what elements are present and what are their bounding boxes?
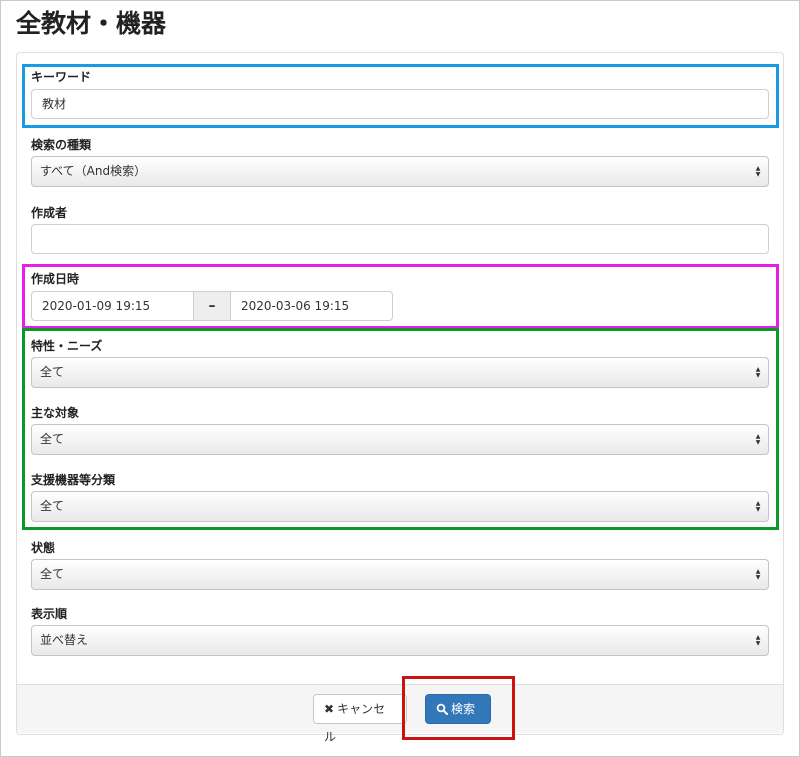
keyword-highlight-box (22, 64, 779, 128)
status-select[interactable]: 全て ▲ ▼ (31, 559, 769, 590)
search-type-value: すべて（And検索） (40, 164, 147, 178)
date-highlight-box (22, 264, 779, 329)
filters-highlight-box (22, 328, 779, 530)
cancel-button[interactable]: ✖ キャンセル (313, 694, 407, 744)
sort-label: 表示順 (31, 607, 68, 621)
sort-value: 並べ替え (40, 633, 89, 647)
status-value: 全て (40, 567, 65, 581)
page-title: 全教材・機器 (16, 9, 167, 38)
updown-arrows-icon: ▲ ▼ (755, 568, 761, 581)
updown-arrows-icon: ▲ ▼ (755, 165, 761, 178)
sort-select[interactable]: 並べ替え ▲ ▼ (31, 625, 769, 656)
search-type-label: 検索の種類 (31, 138, 92, 152)
author-input[interactable] (31, 224, 769, 254)
updown-arrows-icon: ▲ ▼ (755, 634, 761, 647)
search-type-select[interactable]: すべて（And検索） ▲ ▼ (31, 156, 769, 187)
search-button-highlight-box (402, 676, 515, 740)
times-icon: ✖ (324, 702, 335, 716)
author-label: 作成者 (31, 206, 68, 220)
status-label: 状態 (31, 541, 56, 555)
